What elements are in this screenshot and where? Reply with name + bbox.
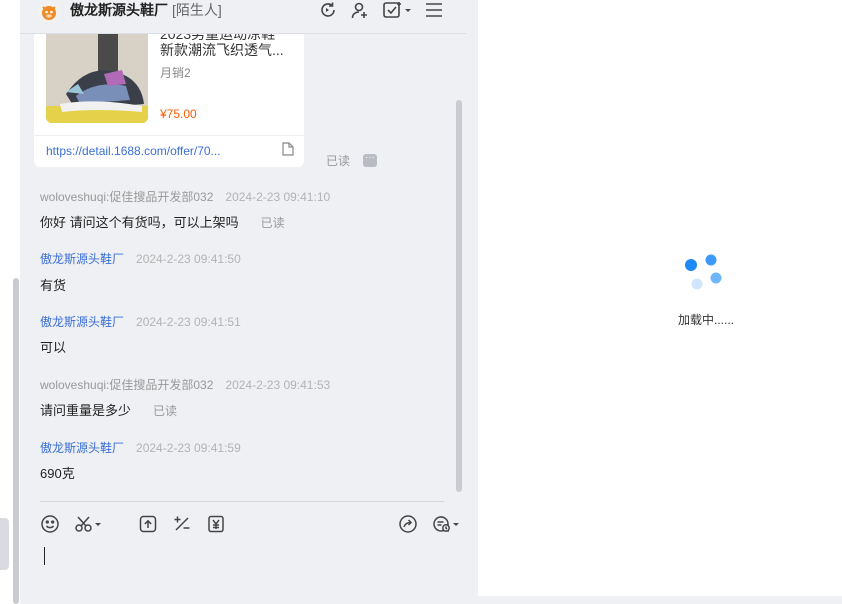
rail-collapse-handle[interactable] bbox=[0, 518, 9, 570]
product-image[interactable] bbox=[46, 34, 148, 123]
message-time: 2024-2-23 09:41:53 bbox=[225, 378, 331, 392]
left-rail bbox=[0, 0, 20, 604]
add-contact-icon[interactable] bbox=[350, 0, 370, 20]
message-meta: 傲龙斯源头鞋厂 2024-2-23 09:41:50 bbox=[40, 250, 241, 267]
contact-name: 傲龙斯源头鞋厂 bbox=[70, 2, 168, 18]
sender-name[interactable]: 傲龙斯源头鞋厂 bbox=[40, 315, 124, 329]
product-price: ¥75.00 bbox=[160, 107, 197, 121]
card-divider bbox=[34, 135, 304, 136]
product-title-line2: 新款潮流飞织透气... bbox=[160, 42, 284, 58]
product-link[interactable]: https://detail.1688.com/offer/70... bbox=[46, 144, 221, 158]
yuan-icon[interactable] bbox=[206, 514, 226, 534]
sender-name[interactable]: 傲龙斯源头鞋厂 bbox=[40, 441, 124, 455]
message-time: 2024-2-23 09:41:51 bbox=[136, 315, 241, 329]
message-body: 请问重量是多少 bbox=[40, 403, 132, 418]
loading-text: 加载中...... bbox=[678, 313, 735, 327]
rail-scrollbar[interactable] bbox=[13, 278, 19, 604]
message-time: 2024-2-23 09:41:50 bbox=[136, 252, 241, 266]
text-cursor bbox=[44, 547, 45, 565]
read-status: 已读 bbox=[153, 404, 178, 418]
monthly-sales: 月销2 bbox=[160, 66, 191, 80]
read-status: 已读 bbox=[326, 154, 351, 168]
message-meta: 傲龙斯源头鞋厂 2024-2-23 09:41:59 bbox=[40, 439, 241, 456]
chat-history-icon[interactable] bbox=[432, 514, 462, 534]
composer-toolbar bbox=[40, 514, 459, 534]
message-meta: woloveshuqi:促佳搜品开发部032 2024-2-23 09:41:10 bbox=[40, 188, 330, 205]
chat-header: 傲龙斯源头鞋厂 [陌生人] bbox=[20, 0, 466, 34]
avatar[interactable] bbox=[38, 1, 60, 23]
product-title[interactable]: 2023男童运动凉鞋 新款潮流飞织透气... bbox=[160, 34, 296, 60]
discount-icon[interactable] bbox=[172, 514, 192, 534]
share-icon[interactable] bbox=[398, 514, 418, 534]
header-actions bbox=[318, 0, 444, 20]
composer-divider bbox=[40, 501, 444, 502]
sender-name[interactable]: woloveshuqi:促佳搜品开发部032 bbox=[40, 190, 213, 204]
task-check-icon[interactable] bbox=[382, 0, 412, 20]
message-time: 2024-2-23 09:41:59 bbox=[136, 441, 241, 455]
message-scrollbar[interactable] bbox=[456, 100, 462, 492]
sender-name[interactable]: woloveshuqi:促佳搜品开发部032 bbox=[40, 378, 213, 392]
message-body: 可以 bbox=[40, 340, 67, 355]
message-text: 你好 请问这个有货吗，可以上架吗 已读 bbox=[40, 212, 285, 231]
emoji-icon[interactable] bbox=[40, 514, 60, 534]
message-body: 690克 bbox=[40, 466, 75, 481]
sender-name[interactable]: 傲龙斯源头鞋厂 bbox=[40, 252, 124, 266]
message-list[interactable]: 2023男童运动凉鞋 新款潮流飞织透气... 月销2 ¥75.00 https:… bbox=[20, 34, 466, 500]
stranger-tag: [陌生人] bbox=[172, 2, 222, 18]
product-card[interactable]: 2023男童运动凉鞋 新款潮流飞织透气... 月销2 ¥75.00 https:… bbox=[34, 34, 304, 167]
refresh-icon[interactable] bbox=[318, 0, 338, 20]
page-title: 傲龙斯源头鞋厂 [陌生人] bbox=[70, 0, 222, 20]
file-icon[interactable] bbox=[282, 142, 294, 159]
right-panel: 加载中...... bbox=[478, 0, 842, 596]
scissors-icon[interactable] bbox=[74, 514, 104, 534]
more-options-icon[interactable]: ··· bbox=[363, 153, 377, 167]
message-body: 有货 bbox=[40, 278, 67, 293]
message-text: 请问重量是多少 已读 bbox=[40, 400, 177, 419]
message-body: 你好 请问这个有货吗，可以上架吗 bbox=[40, 215, 239, 230]
message-meta: woloveshuqi:促佳搜品开发部032 2024-2-23 09:41:53 bbox=[40, 376, 330, 393]
message-text: 690克 bbox=[40, 463, 75, 482]
message-time: 2024-2-23 09:41:10 bbox=[225, 190, 331, 204]
message-meta: 傲龙斯源头鞋厂 2024-2-23 09:41:51 bbox=[40, 313, 241, 330]
message-text: 可以 bbox=[40, 337, 66, 356]
loading-spinner-icon bbox=[684, 254, 724, 294]
message-text: 有货 bbox=[40, 275, 66, 294]
upload-icon[interactable] bbox=[138, 514, 158, 534]
chat-panel: 傲龙斯源头鞋厂 [陌生人] 新款潮流飞织透气... 月销2 ¥75.00 htt… bbox=[20, 0, 466, 604]
menu-icon[interactable] bbox=[424, 0, 444, 20]
read-status: 已读 bbox=[260, 216, 285, 230]
